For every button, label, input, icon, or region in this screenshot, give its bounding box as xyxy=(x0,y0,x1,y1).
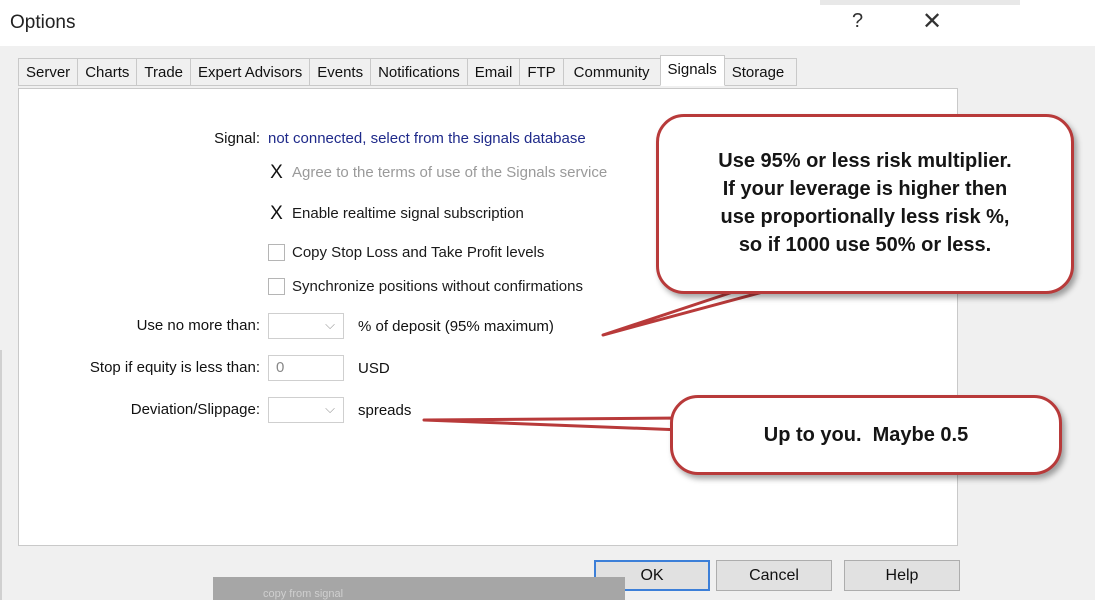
callout-line: use proportionally less risk %, xyxy=(720,206,1010,228)
callout-line: so if 1000 use 50% or less. xyxy=(738,234,992,256)
callout-line: Use 95% or less risk multiplier. xyxy=(718,150,1012,172)
tab-signals[interactable]: Signals xyxy=(659,55,725,86)
callout-line: If your leverage is higher then xyxy=(722,178,1008,200)
slippage-callout-pointer xyxy=(422,416,684,432)
slippage-callout: Up to you. Maybe 0.5 xyxy=(670,395,1062,475)
callout-line: Up to you. Maybe 0.5 xyxy=(763,424,969,446)
callout-pointers xyxy=(422,281,772,432)
risk-multiplier-callout: Use 95% or less risk multiplier. If your… xyxy=(656,114,1074,294)
